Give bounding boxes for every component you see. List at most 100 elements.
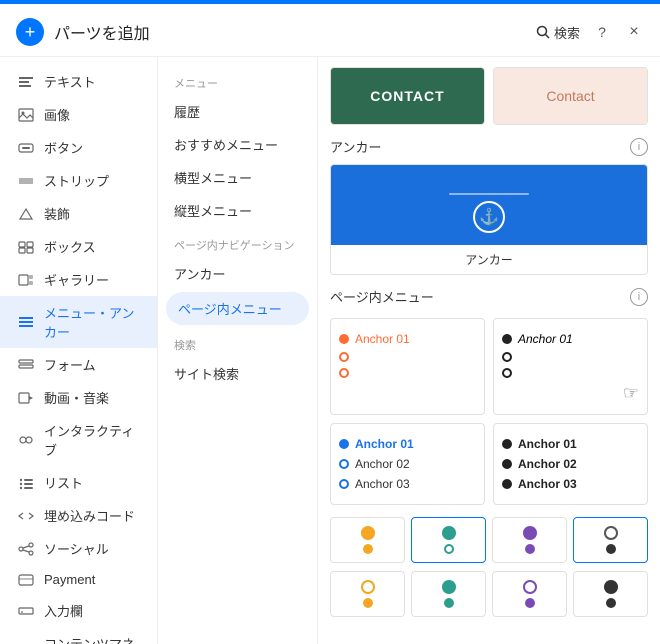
page-menu-section-title: ページ内メニュー [330,287,434,306]
middle-item-anchor[interactable]: アンカー [158,257,317,290]
sidebar-item-payment[interactable]: Payment [0,565,157,594]
sidebar-item-button[interactable]: ボタン [0,131,157,164]
add-button[interactable]: + [16,18,44,46]
anchor-text-blue-3: Anchor 03 [355,477,410,491]
sidebar-label-button: ボタン [44,138,83,157]
anchor-list-card-blue[interactable]: Anchor 01 Anchor 02 Anchor 03 [330,423,485,505]
sidebar-label-video: 動画・音楽 [44,388,109,407]
sidebar-item-image[interactable]: 画像 [0,98,157,131]
sidebar-label-image: 画像 [44,105,70,124]
anchor-text-blue-2: Anchor 02 [355,457,410,471]
color-circle-teal-sm-2 [444,598,454,608]
middle-item-page-menu[interactable]: ページ内メニュー [166,292,309,325]
dot-black-filled [502,334,512,344]
sidebar-item-box[interactable]: ボックス [0,230,157,263]
anchor-list-grid: Anchor 01 Anchor 01 [330,318,648,505]
color-item-yellow[interactable] [330,517,405,563]
anchor-info-button[interactable]: i [630,138,648,156]
anchor-preview-bg: ⚓ [331,165,647,245]
sidebar-left: テキスト 画像 ボタン ストリップ [0,57,158,644]
middle-item-horizontal[interactable]: 横型メニュー [158,161,317,194]
contact-dark-card[interactable]: CONTACT [330,67,485,125]
sidebar-item-content-mgr[interactable]: コンテンツマネージ... [0,627,157,644]
payment-icon [16,573,36,587]
anchor-list-card-black-italic[interactable]: Anchor 01 ☞ [493,318,648,415]
button-icon [16,141,36,155]
dot-blue-empty-2 [339,479,349,489]
page-title: パーツを追加 [54,20,150,44]
color-item-purple-2[interactable] [492,571,567,617]
help-button[interactable]: ? [592,22,612,42]
color-circle-purple-empty [523,580,537,594]
sidebar-item-text[interactable]: テキスト [0,65,157,98]
social-icon [16,542,36,556]
menu-anchor-icon [16,315,36,329]
anchor-circle: ⚓ [473,201,505,233]
dot-black-empty [502,352,512,362]
sidebar-item-form[interactable]: フォーム [0,348,157,381]
color-circle-dark-sm [606,544,616,554]
page-menu-info-button[interactable]: i [630,288,648,306]
sidebar-label-content-mgr: コンテンツマネージ... [44,634,141,644]
color-item-dark-selected[interactable] [573,517,648,563]
sidebar-item-social[interactable]: ソーシャル [0,532,157,565]
anchor-list-card-black-bold[interactable]: Anchor 01 Anchor 02 Anchor 03 [493,423,648,505]
search-button[interactable]: 検索 [536,23,580,42]
contact-light-card[interactable]: Contact [493,67,648,125]
close-button[interactable]: × [624,22,644,42]
color-circle-teal-lg [442,526,456,540]
sidebar-item-embed[interactable]: 埋め込みコード [0,499,157,532]
anchor-text-bold-3: Anchor 03 [518,477,577,491]
image-icon [16,108,36,122]
strip-icon [16,174,36,188]
anchor-section-title: アンカー [330,137,381,156]
middle-item-vertical[interactable]: 縦型メニュー [158,194,317,227]
middle-item-history[interactable]: 履歴 [158,95,317,128]
anchor-list-item: Anchor 01 [502,434,639,454]
sidebar-item-interactive[interactable]: インタラクティブ [0,414,157,466]
anchor-list-item: Anchor 01 [502,329,639,349]
color-circle-yellow-sm [363,544,373,554]
middle-item-site-search[interactable]: サイト検索 [158,357,317,390]
color-item-yellow-2[interactable] [330,571,405,617]
color-item-dark-2[interactable] [573,571,648,617]
anchor-list-card-orange[interactable]: Anchor 01 [330,318,485,415]
video-icon [16,391,36,405]
anchor-list-item [502,349,639,365]
anchor-list-item: Anchor 02 [339,454,476,474]
sidebar-label-decoration: 装飾 [44,204,70,223]
sidebar-item-input[interactable]: 入力欄 [0,594,157,627]
list-icon [16,476,36,490]
sidebar-item-video[interactable]: 動画・音楽 [0,381,157,414]
sidebar-item-menu-anchor[interactable]: メニュー・アンカー [0,296,157,348]
color-circle-dark-container [604,526,618,540]
anchor-list-item [339,349,476,365]
color-circle-yellow-lg [361,526,375,540]
sidebar-item-gallery[interactable]: ギャラリー [0,263,157,296]
color-item-teal-2[interactable] [411,571,486,617]
color-item-teal-selected[interactable] [411,517,486,563]
color-item-purple[interactable] [492,517,567,563]
cursor-icon: ☞ [502,383,639,404]
gallery-icon [16,273,36,287]
interactive-icon [16,433,36,447]
anchor-line [449,193,529,195]
sidebar-label-embed: 埋め込みコード [44,506,135,525]
page-menu-section-header: ページ内メニュー i [330,287,648,306]
dot-orange-filled [339,334,349,344]
dot-black-empty-2 [502,368,512,378]
anchor-text-1: Anchor 01 [355,332,410,346]
contact-light-btn: Contact [494,68,647,124]
middle-item-recommended[interactable]: おすすめメニュー [158,128,317,161]
sidebar-item-list[interactable]: リスト [0,466,157,499]
color-circles-row-1 [330,517,648,563]
sidebar-middle: メニュー 履歴 おすすめメニュー 横型メニュー 縦型メニュー ページ内ナビゲーシ… [158,57,318,644]
color-circles-row-2 [330,571,648,617]
anchor-card[interactable]: ⚓ アンカー [330,164,648,275]
sidebar-item-strip[interactable]: ストリップ [0,164,157,197]
section-label-page-nav: ページ内ナビゲーション [158,227,317,257]
sidebar-item-decoration[interactable]: 装飾 [0,197,157,230]
anchor-list-item: Anchor 01 [339,329,476,349]
color-circle-purple-sm [525,544,535,554]
text-icon [16,75,36,89]
